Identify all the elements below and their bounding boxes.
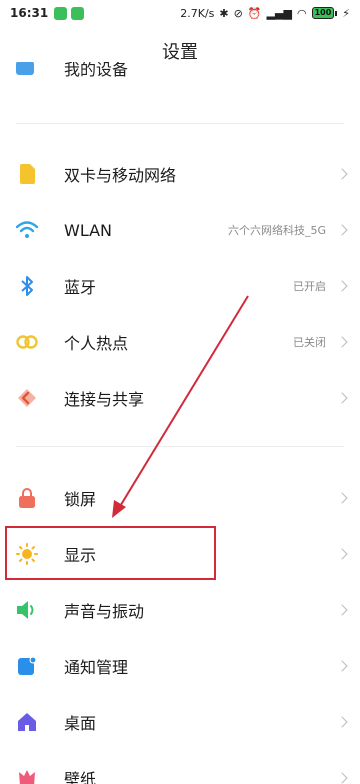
annotation-arrow xyxy=(112,295,249,518)
